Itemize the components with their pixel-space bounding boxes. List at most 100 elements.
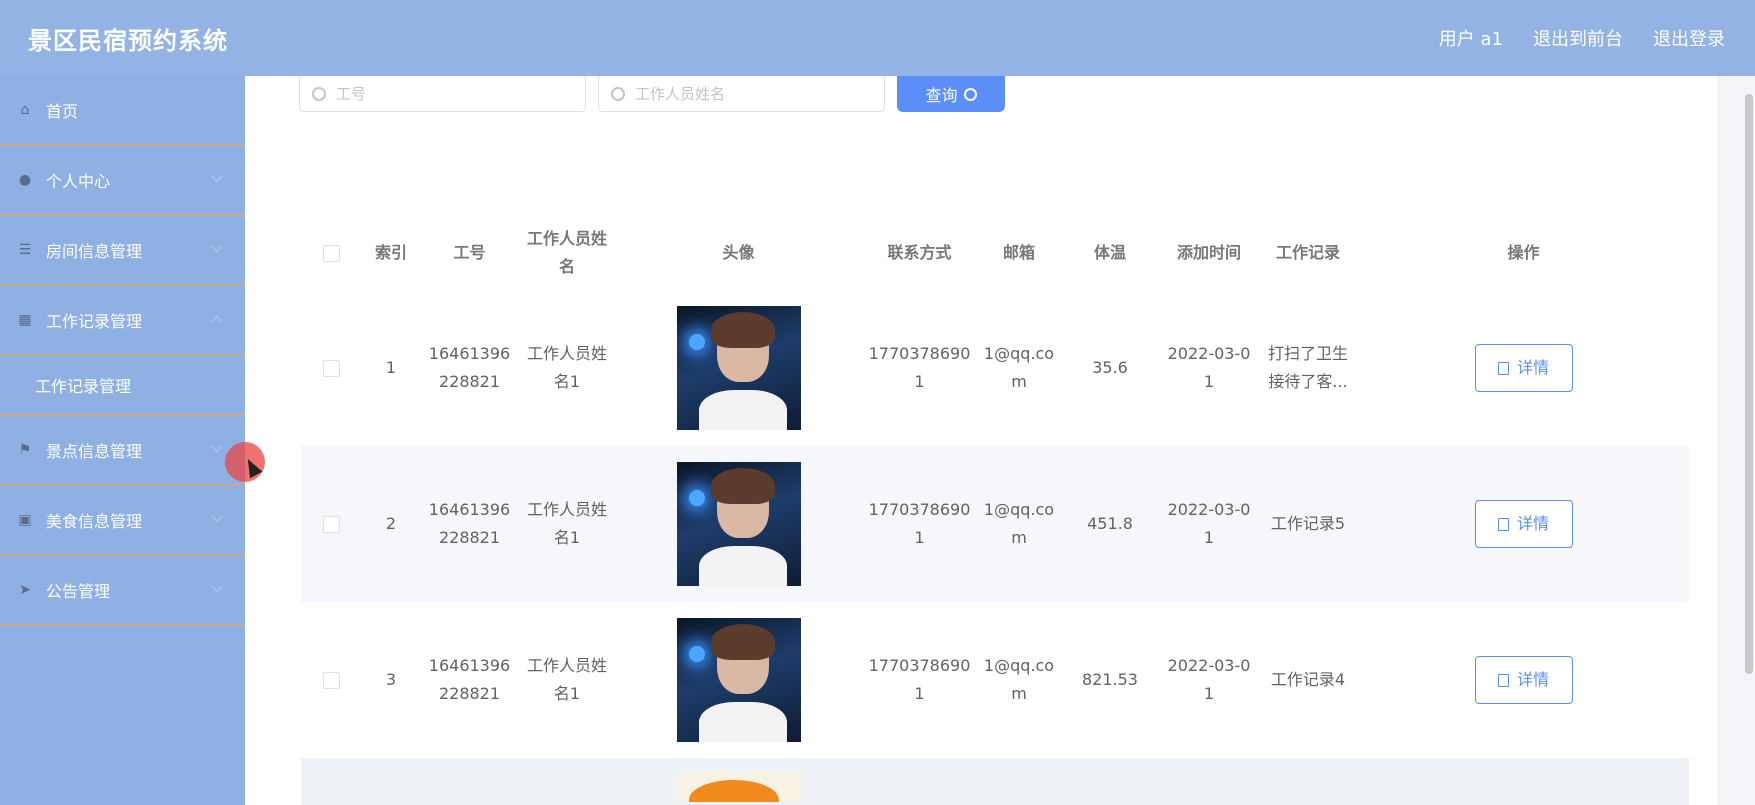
work-record-table: 索引 工号 工作人员姓名 头像 联系方式 邮箱 体温 添加时间 工作记录 操作 … — [301, 216, 1689, 805]
query-button-label: 查询 — [925, 86, 958, 105]
row-added-time: 2022-03-01 — [1167, 344, 1251, 391]
flag-icon: ⚑ — [18, 442, 32, 458]
header-added-time: 添加时间 — [1176, 243, 1241, 262]
row-staff-no: 16461396228821 — [428, 344, 511, 391]
send-icon: ➤ — [19, 582, 31, 598]
row-checkbox[interactable] — [322, 359, 340, 377]
content-panel: 查询 索引 工号 工作人员姓名 头像 联系方式 邮箱 体温 添加时间 工作记录 … — [245, 76, 1717, 805]
header-temperature: 体温 — [1093, 243, 1126, 262]
sidebar-item-home[interactable]: ⌂ 首页 — [0, 76, 245, 146]
header-operations: 操作 — [1358, 239, 1689, 267]
row-work-record: 打扫了卫生 接待了客... — [1267, 344, 1348, 391]
row-checkbox-cell — [301, 515, 361, 533]
table-row: 2 16461396228821 工作人员姓名1 17703786901 1@q… — [301, 446, 1689, 602]
row-avatar-cell — [616, 306, 861, 430]
submenu-item-work-record[interactable]: 工作记录管理 — [0, 356, 245, 416]
chevron-down-icon — [211, 241, 223, 253]
current-user-label: 用户 a1 — [1438, 29, 1503, 50]
row-index: 1 — [385, 358, 397, 377]
row-work-record: 工作记录4 — [1270, 670, 1346, 689]
staff-name-input[interactable] — [635, 84, 865, 103]
row-email: 1@qq.com — [983, 344, 1055, 391]
chevron-down-icon — [211, 171, 223, 183]
select-all-checkbox[interactable] — [322, 244, 340, 262]
sidebar-item-room-info[interactable]: ☰ 房间信息管理 — [0, 216, 245, 286]
row-operations: 详情 — [1358, 344, 1689, 392]
row-email: 1@qq.com — [983, 656, 1055, 703]
staff-name-search-field[interactable] — [598, 76, 885, 112]
header-checkbox-cell — [301, 244, 361, 262]
row-phone: 17703786901 — [868, 344, 971, 391]
avatar[interactable] — [676, 462, 801, 586]
detail-button[interactable]: 详情 — [1474, 500, 1573, 548]
row-staff-name: 工作人员姓名1 — [526, 656, 607, 703]
sidebar-item-label: 美食信息管理 — [46, 512, 143, 531]
row-phone: 17703786901 — [868, 656, 971, 703]
header-phone: 联系方式 — [887, 243, 952, 262]
sidebar-item-announcements[interactable]: ➤ 公告管理 — [0, 556, 245, 626]
chevron-down-icon — [211, 581, 223, 593]
document-icon — [1497, 517, 1509, 531]
detail-button[interactable]: 详情 — [1474, 656, 1573, 704]
row-checkbox[interactable] — [322, 671, 340, 689]
top-header: 景区民宿预约系统 用户 a1 退出到前台 退出登录 — [0, 0, 1755, 76]
row-checkbox[interactable] — [322, 515, 340, 533]
avatar[interactable] — [676, 306, 801, 430]
search-icon — [963, 87, 977, 101]
logout-link[interactable]: 退出登录 — [1653, 25, 1725, 51]
header-staff-no: 工号 — [453, 243, 486, 262]
avatar[interactable] — [676, 772, 801, 802]
table-row: 1 16461396228821 工作人员姓名1 17703786901 1@q… — [301, 290, 1689, 446]
search-bar: 查询 — [299, 76, 1005, 112]
avatar[interactable] — [676, 618, 801, 742]
row-checkbox-cell — [301, 359, 361, 377]
staff-no-input[interactable] — [336, 84, 566, 103]
briefcase-icon: ▣ — [18, 512, 32, 528]
chevron-down-icon — [211, 511, 223, 523]
vertical-scrollbar[interactable] — [1745, 94, 1753, 674]
list-icon: ☰ — [18, 242, 32, 258]
app-title: 景区民宿预约系统 — [28, 26, 228, 55]
row-phone: 17703786901 — [868, 500, 971, 547]
row-index: 2 — [385, 514, 397, 533]
table-row: 3 16461396228821 工作人员姓名1 17703786901 1@q… — [301, 602, 1689, 758]
table-row — [301, 758, 1689, 805]
table-header: 索引 工号 工作人员姓名 头像 联系方式 邮箱 体温 添加时间 工作记录 操作 — [301, 216, 1689, 290]
row-staff-name: 工作人员姓名1 — [526, 344, 607, 391]
query-button[interactable]: 查询 — [897, 76, 1005, 112]
sidebar: ⌂ 首页 ● 个人中心 ☰ 房间信息管理 ▦ 工作记录管理 工作记录管理 ⚑ 景… — [0, 76, 245, 805]
sidebar-item-label: 公告管理 — [46, 582, 111, 601]
row-operations: 详情 — [1358, 656, 1689, 704]
user-icon: ● — [18, 172, 32, 188]
row-email: 1@qq.com — [983, 500, 1055, 547]
detail-button[interactable]: 详情 — [1474, 344, 1573, 392]
sidebar-item-label: 房间信息管理 — [46, 242, 143, 261]
sidebar-item-label: 景点信息管理 — [46, 442, 143, 461]
header-avatar-label: 头像 — [722, 243, 755, 262]
sidebar-item-personal-center[interactable]: ● 个人中心 — [0, 146, 245, 216]
main-content: 查询 索引 工号 工作人员姓名 头像 联系方式 邮箱 体温 添加时间 工作记录 … — [245, 76, 1755, 805]
row-staff-name: 工作人员姓名1 — [526, 500, 607, 547]
submenu-item-label: 工作记录管理 — [35, 377, 132, 396]
sidebar-item-work-record[interactable]: ▦ 工作记录管理 — [0, 286, 245, 356]
row-avatar-cell — [616, 758, 861, 802]
search-icon — [611, 86, 625, 101]
top-actions: 用户 a1 退出到前台 退出登录 — [1439, 25, 1725, 51]
row-staff-no: 16461396228821 — [428, 500, 511, 547]
sidebar-item-scenic-info[interactable]: ⚑ 景点信息管理 — [0, 416, 245, 486]
home-icon: ⌂ — [20, 102, 30, 118]
sidebar-item-food-info[interactable]: ▣ 美食信息管理 — [0, 486, 245, 556]
row-added-time: 2022-03-01 — [1167, 500, 1251, 547]
row-avatar-cell — [616, 618, 861, 742]
sidebar-item-label: 首页 — [46, 102, 79, 121]
back-to-frontend-link[interactable]: 退出到前台 — [1533, 25, 1623, 51]
chevron-up-icon — [211, 315, 223, 327]
row-work-record: 工作记录5 — [1270, 514, 1346, 533]
staff-no-search-field[interactable] — [299, 76, 586, 112]
row-added-time: 2022-03-01 — [1167, 656, 1251, 703]
calendar-icon: ▦ — [18, 312, 32, 328]
row-avatar-cell — [616, 462, 861, 586]
row-staff-no: 16461396228821 — [428, 656, 511, 703]
detail-button-label: 详情 — [1516, 670, 1549, 689]
row-checkbox-cell — [301, 671, 361, 689]
